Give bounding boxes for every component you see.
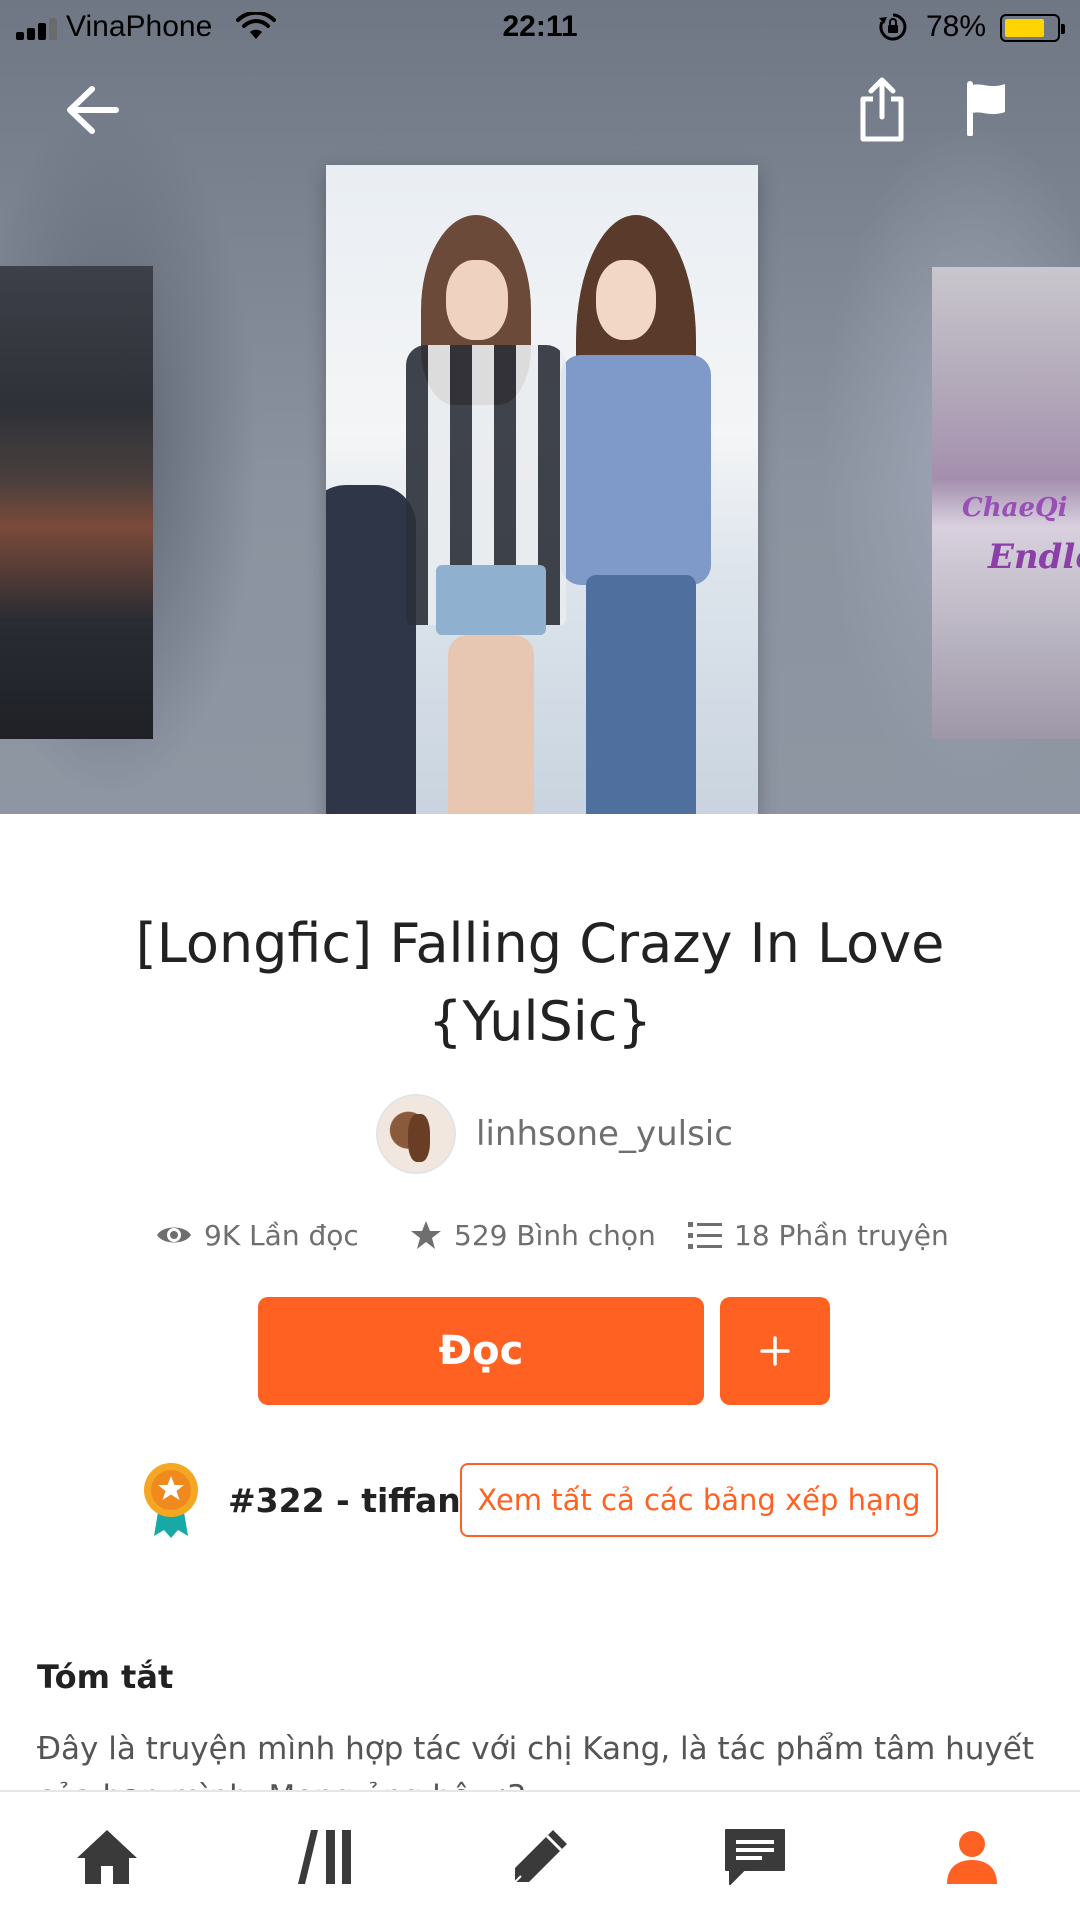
home-icon	[77, 1830, 137, 1884]
report-button[interactable]	[946, 68, 1026, 148]
write-icon	[514, 1830, 567, 1883]
votes-stat: 529 Bình chọn	[410, 1210, 656, 1260]
ranking-badge: #322 - tiffany	[142, 1462, 482, 1538]
read-button[interactable]: Đọc	[258, 1297, 704, 1405]
cover-title-text: ChaeQi	[962, 493, 1068, 523]
tab-messages[interactable]	[710, 1812, 800, 1902]
summary-text: Đây là truyện mình hợp tác với chị Kang,…	[37, 1731, 1035, 1795]
story-cover-image[interactable]	[326, 165, 758, 814]
tab-home[interactable]	[62, 1812, 152, 1902]
cover-title-text: Endle	[988, 537, 1080, 577]
cover-figure	[446, 260, 508, 340]
previous-story-cover[interactable]	[0, 266, 153, 739]
hero-cover-area: ChaeQi Endle VinaPhone 22:11	[0, 0, 1080, 814]
rank-label: #322 - tiffany	[228, 1480, 483, 1520]
star-icon	[411, 1221, 441, 1249]
plus-icon	[760, 1336, 790, 1366]
parts-count: 18 Phần truyện	[734, 1218, 949, 1252]
story-stats: 9K Lần đọc 529 Bình chọn 18 Phần truyện	[150, 1210, 950, 1260]
share-icon	[860, 77, 904, 142]
cover-figure	[326, 485, 416, 814]
votes-count: 529 Bình chọn	[454, 1218, 656, 1252]
flag-icon	[967, 81, 1005, 136]
reads-count: 9K Lần đọc	[204, 1218, 359, 1252]
next-story-cover[interactable]: ChaeQi Endle	[932, 267, 1080, 739]
parts-stat: 18 Phần truyện	[688, 1210, 949, 1260]
battery-level	[1005, 19, 1044, 37]
bottom-tab-bar	[0, 1790, 1080, 1920]
status-time: 22:11	[502, 10, 578, 43]
profile-icon	[947, 1831, 997, 1884]
rotation-lock-icon	[879, 13, 907, 41]
cover-figure	[448, 635, 534, 814]
battery-percent: 78%	[926, 10, 987, 43]
status-bar: VinaPhone 22:11 78%	[0, 0, 1080, 54]
share-button[interactable]	[842, 70, 922, 150]
author-avatar[interactable]	[376, 1094, 456, 1174]
tab-library[interactable]	[282, 1812, 372, 1902]
arrow-left-icon	[67, 86, 119, 134]
author-name[interactable]: linhsone_yulsic	[476, 1114, 733, 1154]
add-to-library-button[interactable]	[720, 1297, 830, 1405]
tab-write[interactable]	[495, 1812, 585, 1902]
cover-figure	[436, 565, 546, 635]
medal-icon	[144, 1463, 198, 1538]
tab-profile[interactable]	[927, 1812, 1017, 1902]
back-button[interactable]	[52, 70, 132, 150]
eye-icon	[157, 1227, 191, 1243]
cover-figure	[596, 260, 656, 340]
author-link[interactable]: linhsone_yulsic	[376, 1092, 733, 1176]
story-title: [Longfic] Falling Crazy In Love {YulSic}	[135, 912, 945, 1053]
reads-stat: 9K Lần đọc	[156, 1210, 359, 1260]
messages-icon	[725, 1829, 785, 1885]
list-icon	[688, 1222, 722, 1249]
summary-heading: Tóm tắt	[37, 1658, 174, 1696]
library-icon	[298, 1830, 351, 1884]
battery-icon	[1000, 14, 1065, 42]
cover-figure	[561, 355, 711, 585]
see-all-rankings-button[interactable]: Xem tất cả các bảng xếp hạng	[460, 1463, 938, 1537]
cover-figure	[586, 575, 696, 814]
